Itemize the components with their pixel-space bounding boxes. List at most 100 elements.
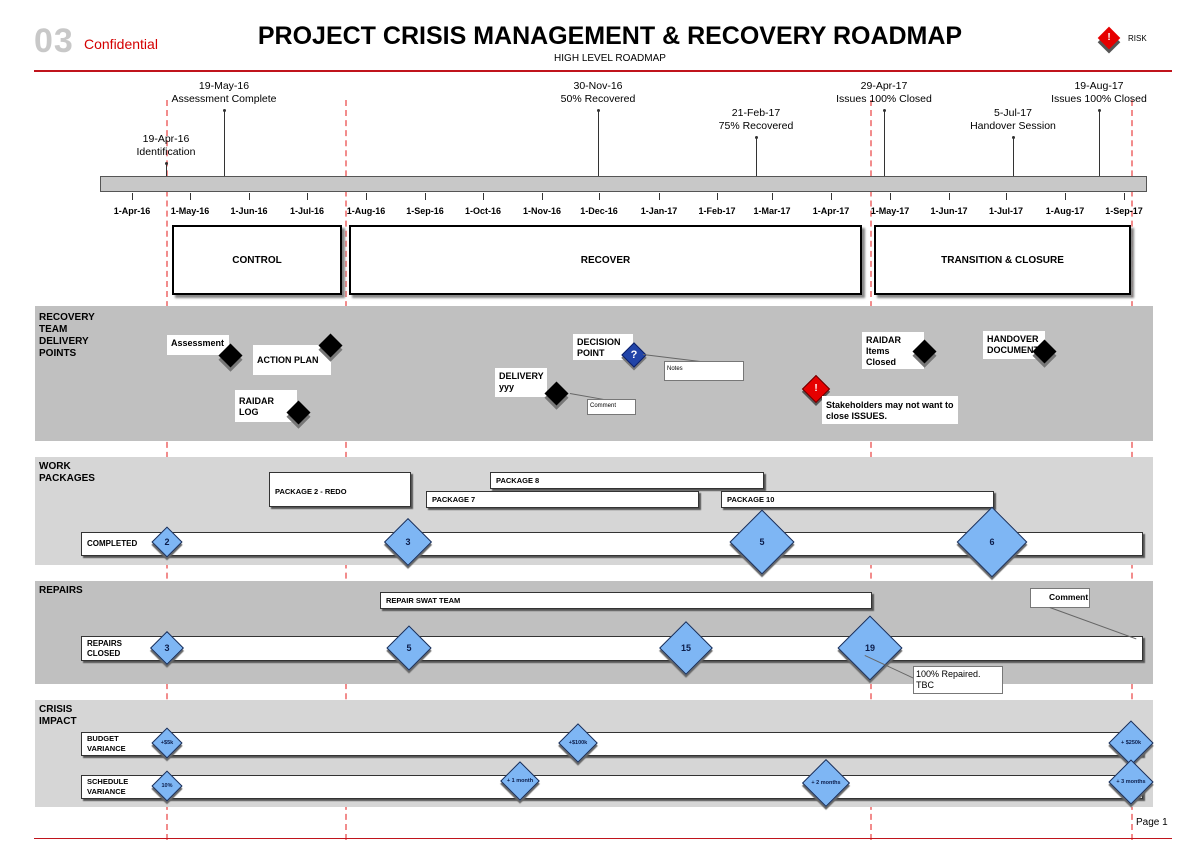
deliverable-text: RAIDAR	[239, 396, 274, 406]
timeline-tick	[659, 193, 660, 200]
label-line: VARIANCE	[87, 744, 126, 753]
milestone-label: 21-Feb-17 75% Recovered	[676, 107, 836, 133]
package-bar: PACKAGE 7	[426, 491, 699, 508]
budget-variance-value: +$100k	[568, 740, 588, 746]
decision-notes: Notes	[664, 361, 744, 381]
swimlane-label-repairs: REPAIRS	[39, 585, 83, 597]
swimlane-label-work-packages: WORK PACKAGES	[39, 461, 95, 485]
note-line: 100% Repaired.	[916, 669, 981, 679]
timeline-tick	[132, 193, 133, 200]
page-title: PROJECT CRISIS MANAGEMENT & RECOVERY ROA…	[257, 22, 963, 50]
completed-count-value: 5	[759, 537, 765, 547]
deliverable-action-plan: ACTION PLAN	[253, 345, 331, 375]
classification-label: Confidential	[84, 36, 158, 52]
label-line: REPAIRS	[87, 638, 122, 648]
schedule-variance-track: SCHEDULE VARIANCE	[81, 775, 1143, 799]
repairs-closed-track: REPAIRS CLOSED	[81, 636, 1143, 661]
label-line: REPAIRS	[39, 585, 83, 596]
budget-variance-value: +$5k	[160, 740, 174, 746]
completed-count-value: 6	[989, 537, 995, 547]
milestone-label: 19-Apr-16 Identification	[86, 133, 246, 159]
repair-team-bar: REPAIR SWAT TEAM	[380, 592, 872, 609]
milestone-label: 5-Jul-17 Handover Session	[933, 107, 1093, 133]
deliverable-text: DECISION	[577, 337, 621, 347]
milestone-label: 29-Apr-17 Issues 100% Closed	[804, 80, 964, 106]
label-line: TEAM	[39, 324, 68, 335]
milestone-date: 19-Apr-16	[142, 133, 190, 145]
note-line: TBC	[916, 680, 934, 690]
milestone-stem	[1013, 137, 1014, 176]
milestone-marker-icon	[223, 109, 226, 112]
risk-text: close ISSUES.	[826, 411, 888, 421]
question-icon: ?	[630, 349, 638, 361]
timeline-tick	[542, 193, 543, 200]
completed-count-value: 3	[405, 537, 411, 547]
label-line: SCHEDULE	[87, 777, 129, 786]
timeline-tick	[949, 193, 950, 200]
timeline-bar	[100, 176, 1147, 192]
page-subtitle: HIGH LEVEL ROADMAP	[554, 53, 666, 64]
deliverable-delivery-yyy: DELIVERY yyy	[495, 368, 547, 397]
phase-transition-closure: TRANSITION & CLOSURE	[874, 225, 1131, 295]
milestone-text: Identification	[136, 146, 196, 158]
track-label: BUDGET VARIANCE	[87, 734, 126, 754]
timeline-tick	[425, 193, 426, 200]
label-line: CRISIS	[39, 704, 73, 715]
deliverable-text: Assessment	[171, 338, 225, 348]
milestone-date: 29-Apr-17	[860, 80, 908, 92]
schedule-variance-value: 10%	[161, 783, 173, 789]
risk-diamond-icon: !	[1097, 26, 1121, 50]
phase-recover: RECOVER	[349, 225, 862, 295]
schedule-variance-value: + 1 month	[506, 778, 534, 784]
deliverable-text: Closed	[866, 357, 897, 367]
timeline-tick	[1124, 193, 1125, 200]
deliverable-text: yyy	[499, 382, 515, 392]
timeline-tick	[717, 193, 718, 200]
timeline-tick	[249, 193, 250, 200]
milestone-stem	[1099, 110, 1100, 176]
deliverable-raidar-log: RAIDAR LOG	[235, 390, 297, 422]
phase-control: CONTROL	[172, 225, 342, 295]
milestone-text: Issues 100% Closed	[1051, 93, 1147, 105]
timeline-tick	[1065, 193, 1066, 200]
timeline-tick	[890, 193, 891, 200]
completed-count-value: 2	[164, 537, 170, 547]
page-footer: Page 1	[1136, 817, 1168, 828]
milestone-marker-icon	[755, 136, 758, 139]
label-line: CLOSED	[87, 648, 121, 658]
milestone-text: 75% Recovered	[718, 120, 794, 132]
repairs-count-value: 5	[406, 643, 412, 653]
milestone-marker-icon	[597, 109, 600, 112]
delivery-comment: Comment	[587, 399, 636, 415]
milestone-date: 21-Feb-17	[731, 107, 781, 119]
milestone-marker-icon	[1012, 136, 1015, 139]
milestone-marker-icon	[883, 109, 886, 112]
milestone-label: 30-Nov-16 50% Recovered	[518, 80, 678, 106]
footer-divider	[34, 838, 1172, 839]
milestone-stem	[756, 137, 757, 176]
deliverable-text: RAIDAR	[866, 335, 901, 345]
track-label: REPAIRS CLOSED	[87, 639, 122, 659]
schedule-variance-value: + 3 months	[1116, 779, 1146, 785]
repairs-count-value: 19	[864, 643, 875, 653]
phase-label: RECOVER	[580, 254, 631, 266]
track-label: SCHEDULE VARIANCE	[87, 777, 128, 797]
phase-label: CONTROL	[232, 254, 282, 266]
deliverable-text: DELIVERY	[499, 371, 544, 381]
swimlane-delivery-points	[35, 306, 1153, 441]
repairs-count-value: 3	[164, 643, 170, 653]
label-line: VARIANCE	[87, 787, 126, 796]
budget-variance-value: + $250k	[1120, 740, 1142, 746]
milestone-date: 19-May-16	[198, 80, 250, 92]
track-label: COMPLETED	[87, 539, 138, 548]
phase-label: TRANSITION & CLOSURE	[941, 254, 1064, 266]
header-divider	[34, 70, 1172, 72]
timeline-tick	[772, 193, 773, 200]
label-line: PACKAGES	[39, 473, 95, 484]
milestone-text: Issues 100% Closed	[836, 93, 932, 105]
package-bar: PACKAGE 8	[490, 472, 764, 489]
repairs-count-value: 15	[680, 643, 691, 653]
swimlane-label-delivery: RECOVERY TEAM DELIVERY POINTS	[39, 312, 95, 360]
timeline-tick	[307, 193, 308, 200]
repairs-comment: Comment	[1030, 588, 1090, 608]
